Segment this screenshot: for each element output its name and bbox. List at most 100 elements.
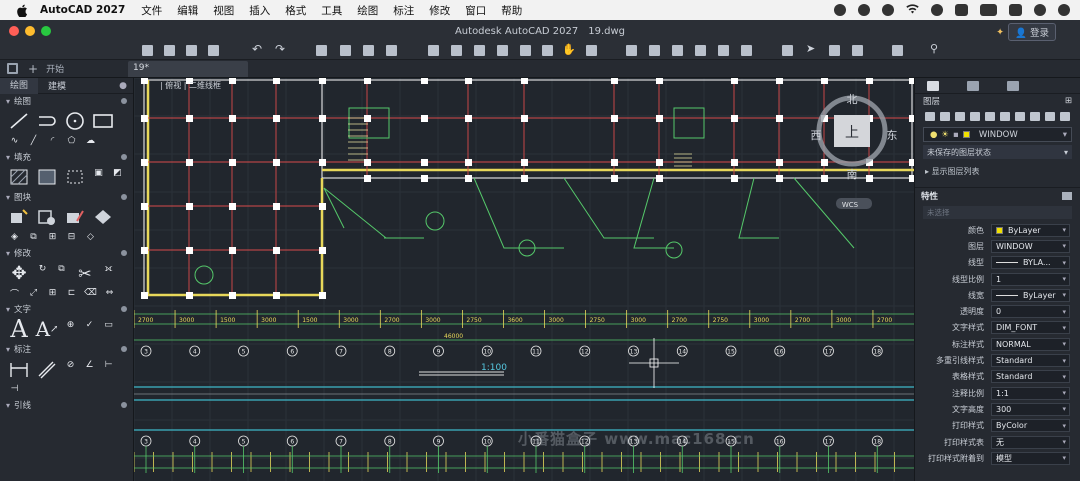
section-draw[interactable]: 绘图 [0,94,133,108]
menu-dimension[interactable]: 标注 [393,3,414,18]
wblock-icon[interactable]: ⊞ [46,231,59,243]
cad-drawing[interactable]: 上 北 南 西 东 WCS 2700 3000 1500 3000 1500 3000 27… [134,78,914,481]
angular-dim-icon[interactable]: ∠ [83,359,96,371]
spline-tool-icon[interactable]: ∿ [8,135,21,147]
attdef-icon[interactable]: ◈ [8,231,21,243]
radius-dim-icon[interactable]: ⊘ [64,359,77,371]
table-icon[interactable] [852,45,863,56]
rotate-tool-icon[interactable]: ↻ [36,263,49,275]
document-tab[interactable]: 19* [128,61,248,77]
refedit-icon[interactable]: ◇ [84,231,97,243]
tab-blocks-icon[interactable] [1007,80,1019,91]
move-tool-icon[interactable]: ✥ [8,263,30,284]
attedit-icon[interactable]: ⧉ [27,231,40,243]
copy-tool-icon[interactable]: ⧉ [55,263,68,275]
linear-dim-icon[interactable] [8,359,30,379]
pan-hand-icon[interactable]: ✋ [562,43,576,56]
match-properties-icon[interactable] [428,45,439,56]
menu-file[interactable]: 文件 [141,3,162,18]
layer-tool-icon[interactable] [1030,112,1040,121]
page-setup-icon[interactable] [386,45,397,56]
find-text-icon[interactable]: ⊕ [64,319,77,331]
region-tool-icon[interactable]: ▣ [92,167,105,179]
offset-tool-icon[interactable]: ⊏ [65,287,78,299]
mtext-tool-icon[interactable]: A [8,315,30,343]
text-style-icon[interactable]: A ↗ [36,317,59,341]
undo-icon[interactable]: ↶ [252,42,262,56]
menu-view[interactable]: 视图 [213,3,234,18]
menu-help[interactable]: 帮助 [501,3,522,18]
property-value-field[interactable]: 300 ▾ [991,402,1070,416]
circle-tool-icon[interactable] [64,111,86,131]
line-tool-icon[interactable] [8,111,30,131]
gradient-tool-icon[interactable] [36,167,58,187]
layer-tool-icon[interactable] [925,112,935,121]
baseline-dim-icon[interactable]: ⊢ [102,359,115,371]
help-search-icon[interactable]: ⚲ [930,42,938,55]
layer-tool-icon[interactable] [940,112,950,121]
input-method-icon[interactable] [955,4,968,16]
save-icon[interactable] [186,45,197,56]
quick-select-icon[interactable] [1062,192,1072,200]
copy-clip-icon[interactable] [451,45,462,56]
clipboard-icon[interactable] [892,45,903,56]
section-modify[interactable]: 修改 [0,246,133,260]
menu-modify[interactable]: 修改 [429,3,450,18]
zoom-realtime-icon[interactable] [542,45,553,56]
tray-app-icon[interactable] [834,4,846,16]
wifi-icon[interactable] [906,3,919,17]
login-button[interactable]: 👤 登录 [1008,23,1056,41]
polygon-tool-icon[interactable]: ⬠ [65,135,78,147]
close-window-button[interactable] [9,26,19,36]
spell-check-icon[interactable]: ✓ [83,319,96,331]
create-block-icon[interactable] [36,207,58,227]
layer-tool-icon[interactable] [970,112,980,121]
notification-icon[interactable]: ✦ [996,27,1004,38]
property-value-field[interactable]: 无 ▾ [991,435,1070,449]
property-value-field[interactable]: BYLA... ▾ [991,256,1070,270]
property-value-field[interactable]: ByLayer ▾ [991,288,1070,302]
ray-tool-icon[interactable]: ╱ [27,135,40,147]
layer-tool-icon[interactable] [1060,112,1070,121]
control-center-icon[interactable] [1009,4,1022,16]
polyline-tool-icon[interactable] [36,111,58,131]
menu-window[interactable]: 窗口 [465,3,486,18]
viewport-controls[interactable]: | 俯视 | 二维线框 [160,80,221,91]
layer-tool-icon[interactable] [1015,112,1025,121]
property-value-field[interactable]: Standard ▾ [991,354,1070,368]
quickcalc-icon[interactable] [741,45,752,56]
new-file-icon[interactable] [142,45,153,56]
zoom-previous-icon[interactable] [520,45,531,56]
drawing-canvas[interactable]: 上 北 南 西 东 WCS 2700 3000 1500 3000 1500 3000 27… [134,78,914,481]
show-layer-list[interactable]: ▸ 显示图层列表 [915,162,1080,181]
zoom-window-icon[interactable] [474,45,485,56]
properties-icon[interactable] [626,45,637,56]
grid-menu-icon[interactable] [7,63,18,74]
palette-options-icon[interactable]: ● [119,81,127,91]
start-tab[interactable]: 开始 [46,62,64,75]
selection-dropdown[interactable]: 未选择 [923,206,1072,219]
minimize-window-button[interactable] [25,26,35,36]
bluetooth-icon[interactable] [931,4,943,16]
hatch-tool-icon[interactable] [8,167,30,187]
wipeout-tool-icon[interactable]: ◩ [111,167,124,179]
sheet-set-icon[interactable] [695,45,706,56]
property-value-field[interactable]: ByLayer ▾ [991,223,1070,237]
property-value-field[interactable]: 1:1 ▾ [991,386,1070,400]
layers-icon[interactable] [782,45,793,56]
markup-icon[interactable] [718,45,729,56]
stretch-tool-icon[interactable]: ⇔ [103,287,116,299]
property-value-field[interactable]: DIM_FONT ▾ [991,321,1070,335]
trim-tool-icon[interactable]: ✂ [74,263,96,283]
layer-tool-icon[interactable] [955,112,965,121]
new-tab-plus-icon[interactable]: + [28,62,38,76]
menu-edit[interactable]: 编辑 [177,3,198,18]
layer-tool-icon[interactable] [1000,112,1010,121]
share-icon[interactable] [829,45,840,56]
boundary-tool-icon[interactable] [64,167,86,187]
section-text[interactable]: 文字 [0,302,133,316]
insert-block-icon[interactable] [8,207,30,227]
zoom-window-button[interactable] [41,26,51,36]
continue-dim-icon[interactable]: ⊣ [8,383,21,395]
layer-state-dropdown[interactable]: 未保存的图层状态 ▾ [923,145,1072,159]
